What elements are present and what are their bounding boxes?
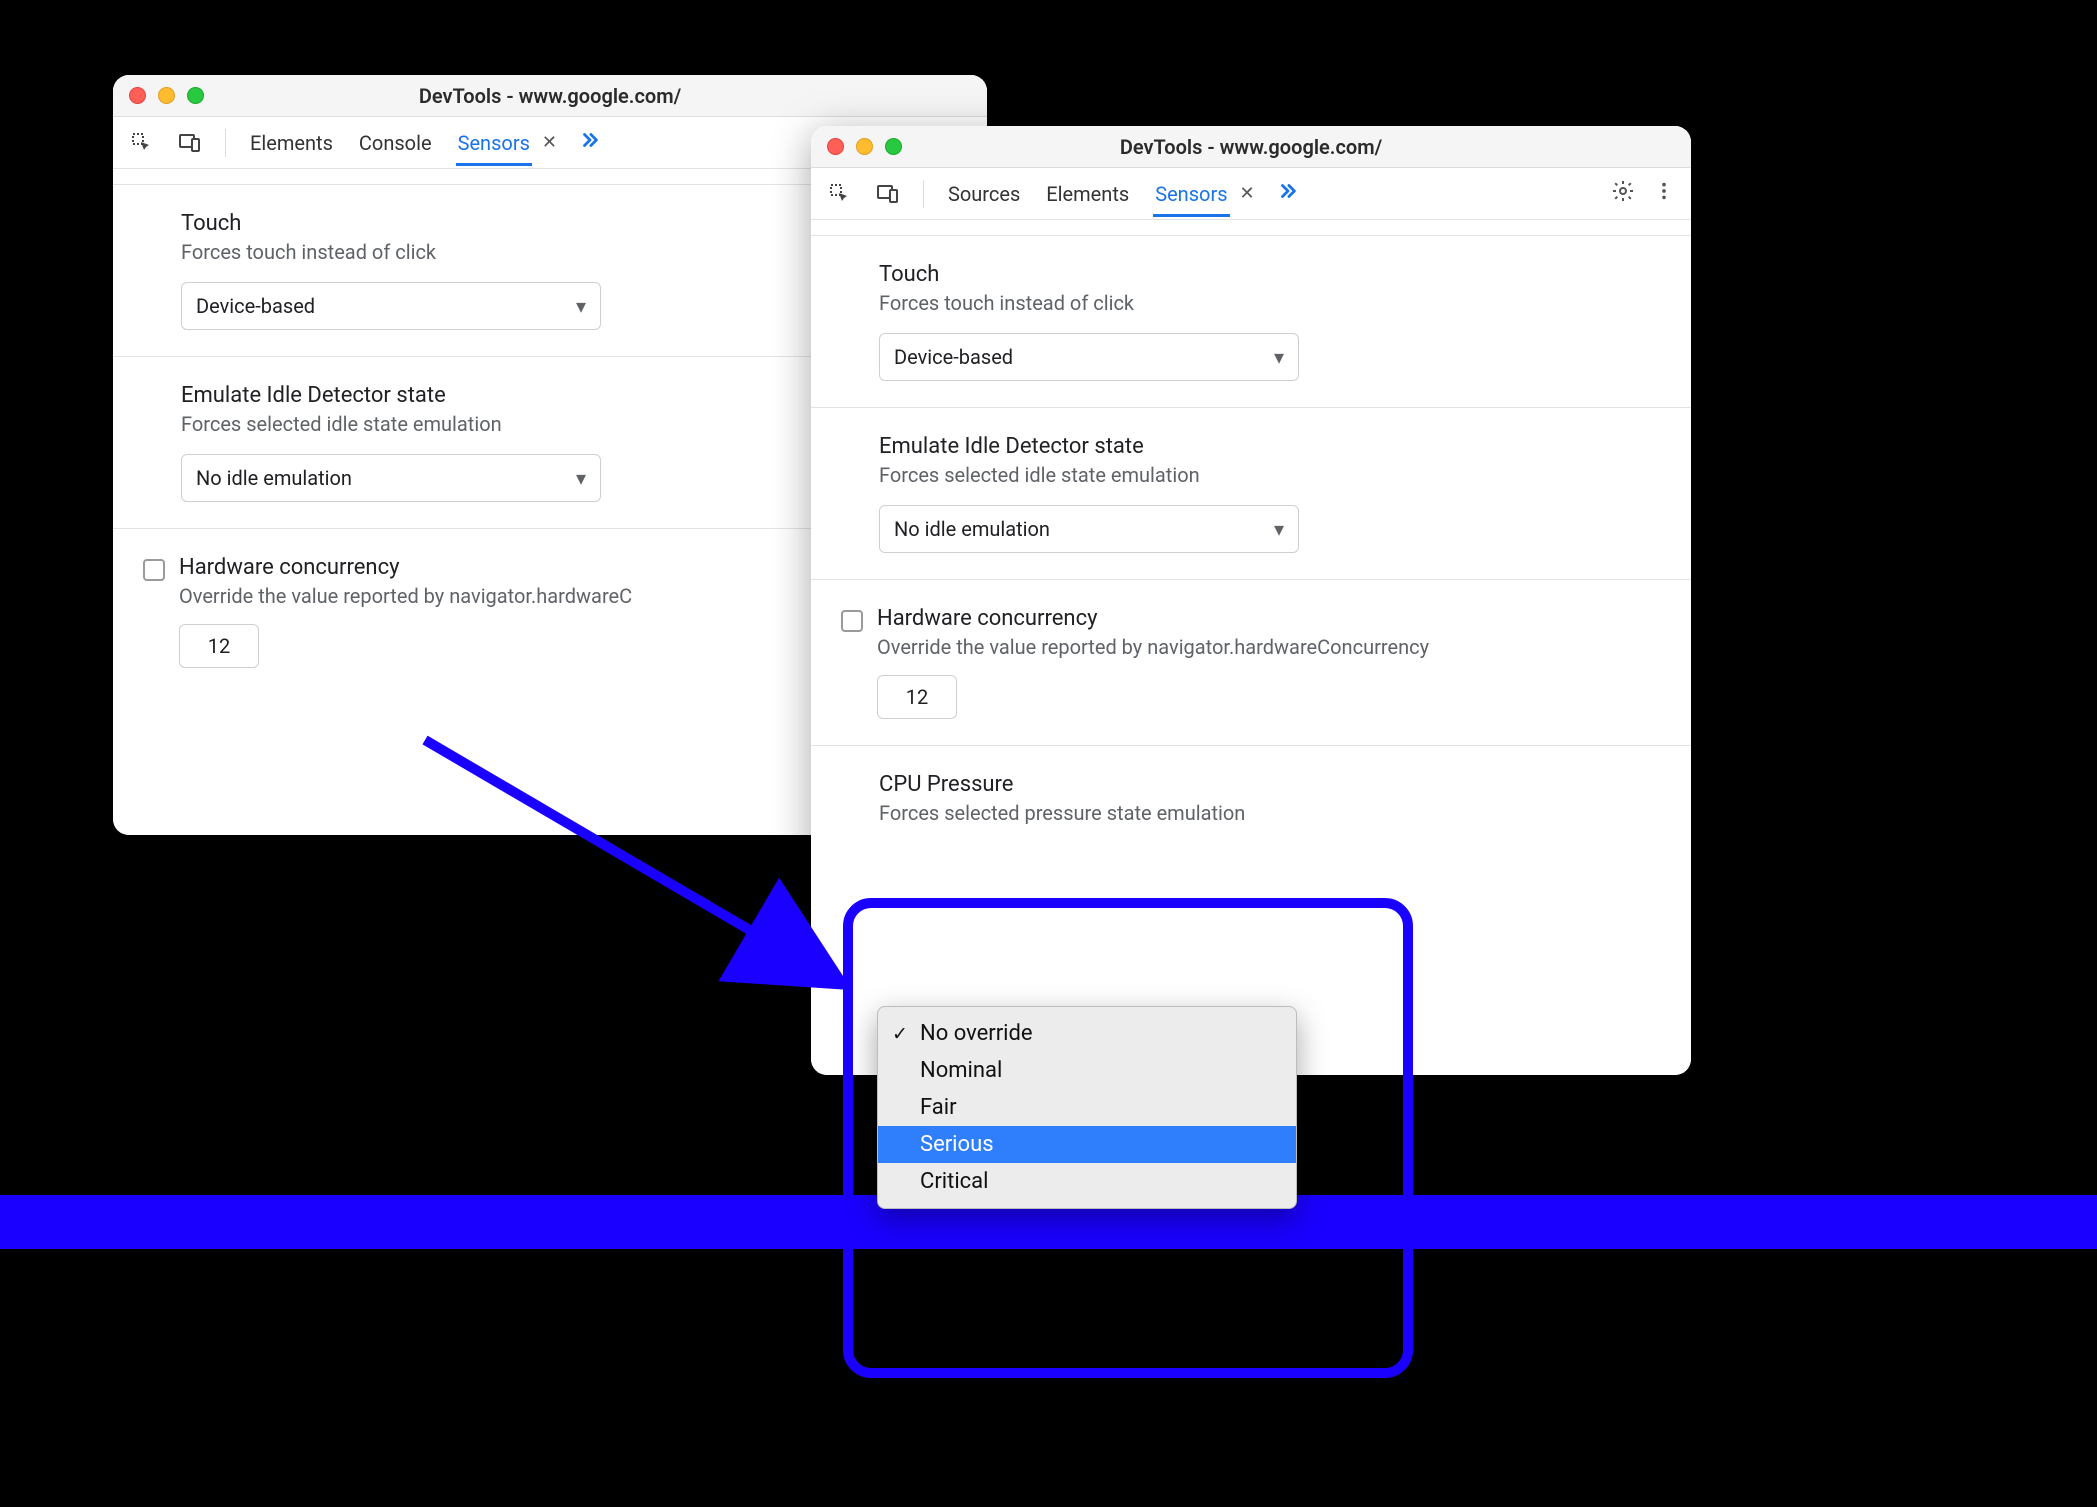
- idle-select[interactable]: No idle emulation ▾: [879, 505, 1299, 553]
- zoom-dot[interactable]: [187, 87, 204, 104]
- titlebar: DevTools - www.google.com/: [113, 75, 987, 117]
- kebab-icon[interactable]: [1653, 180, 1675, 207]
- sensors-panel: Touch Forces touch instead of click Devi…: [811, 220, 1691, 915]
- hw-title: Hardware concurrency: [877, 606, 1661, 631]
- hw-input[interactable]: 12: [877, 675, 957, 719]
- chevron-down-icon: ▾: [576, 294, 586, 318]
- tab-elements[interactable]: Elements: [248, 123, 335, 163]
- hw-sub: Override the value reported by navigator…: [877, 635, 1661, 659]
- settings-icon[interactable]: [1611, 179, 1635, 208]
- minimize-dot[interactable]: [158, 87, 175, 104]
- close-tab-icon[interactable]: ✕: [1240, 183, 1255, 204]
- touch-title: Touch: [879, 262, 1661, 287]
- zoom-dot[interactable]: [885, 138, 902, 155]
- idle-select-value: No idle emulation: [196, 466, 352, 490]
- inspect-icon[interactable]: [827, 181, 853, 207]
- dd-fair[interactable]: Fair: [878, 1089, 1296, 1126]
- cpu-pressure-section: CPU Pressure Forces selected pressure st…: [811, 746, 1691, 915]
- hw-section: Hardware concurrency Override the value …: [811, 580, 1691, 746]
- minimize-dot[interactable]: [856, 138, 873, 155]
- touch-sub: Forces touch instead of click: [879, 291, 1661, 315]
- device-toggle-icon[interactable]: [875, 181, 901, 207]
- dd-critical[interactable]: Critical: [878, 1163, 1296, 1200]
- close-tab-icon[interactable]: ✕: [542, 132, 557, 153]
- chevron-down-icon: ▾: [1274, 517, 1284, 541]
- window-title: DevTools - www.google.com/: [811, 135, 1691, 159]
- dd-nominal[interactable]: Nominal: [878, 1052, 1296, 1089]
- close-dot[interactable]: [129, 87, 146, 104]
- idle-sub: Forces selected idle state emulation: [879, 463, 1661, 487]
- touch-select[interactable]: Device-based ▾: [879, 333, 1299, 381]
- devtools-tabstrip: Sources Elements Sensors ✕: [811, 168, 1691, 220]
- cpu-pressure-dropdown[interactable]: ✓ No override Nominal Fair Serious Criti…: [877, 1006, 1297, 1209]
- more-tabs-icon[interactable]: [1277, 180, 1299, 207]
- close-dot[interactable]: [827, 138, 844, 155]
- more-tabs-icon[interactable]: [579, 129, 601, 156]
- devtools-window-right: DevTools - www.google.com/ Sources Eleme…: [811, 126, 1691, 1075]
- tab-sources[interactable]: Sources: [946, 174, 1022, 214]
- hw-input[interactable]: 12: [179, 624, 259, 668]
- idle-title: Emulate Idle Detector state: [879, 434, 1661, 459]
- check-icon: ✓: [892, 1022, 908, 1045]
- idle-select[interactable]: No idle emulation ▾: [181, 454, 601, 502]
- toolbar-divider: [225, 129, 226, 157]
- tab-console[interactable]: Console: [357, 123, 434, 163]
- touch-select[interactable]: Device-based ▾: [181, 282, 601, 330]
- chevron-down-icon: ▾: [576, 466, 586, 490]
- toolbar-divider: [923, 180, 924, 208]
- dd-no-override[interactable]: ✓ No override: [878, 1015, 1296, 1052]
- inspect-icon[interactable]: [129, 130, 155, 156]
- window-title: DevTools - www.google.com/: [113, 84, 987, 108]
- tab-sensors[interactable]: Sensors: [1153, 174, 1229, 217]
- hw-checkbox[interactable]: [841, 610, 863, 632]
- chevron-down-icon: ▾: [1274, 345, 1284, 369]
- cpu-sub: Forces selected pressure state emulation: [879, 801, 1661, 825]
- traffic-lights: [827, 138, 902, 155]
- cpu-title: CPU Pressure: [879, 772, 1661, 797]
- idle-section: Emulate Idle Detector state Forces selec…: [811, 408, 1691, 580]
- dd-serious[interactable]: Serious: [878, 1126, 1296, 1163]
- idle-select-value: No idle emulation: [894, 517, 1050, 541]
- titlebar: DevTools - www.google.com/: [811, 126, 1691, 168]
- hw-checkbox[interactable]: [143, 559, 165, 581]
- touch-select-value: Device-based: [196, 294, 315, 318]
- traffic-lights: [129, 87, 204, 104]
- touch-select-value: Device-based: [894, 345, 1013, 369]
- tab-elements[interactable]: Elements: [1044, 174, 1131, 214]
- touch-section: Touch Forces touch instead of click Devi…: [811, 236, 1691, 408]
- tab-sensors[interactable]: Sensors: [456, 123, 532, 166]
- device-toggle-icon[interactable]: [177, 130, 203, 156]
